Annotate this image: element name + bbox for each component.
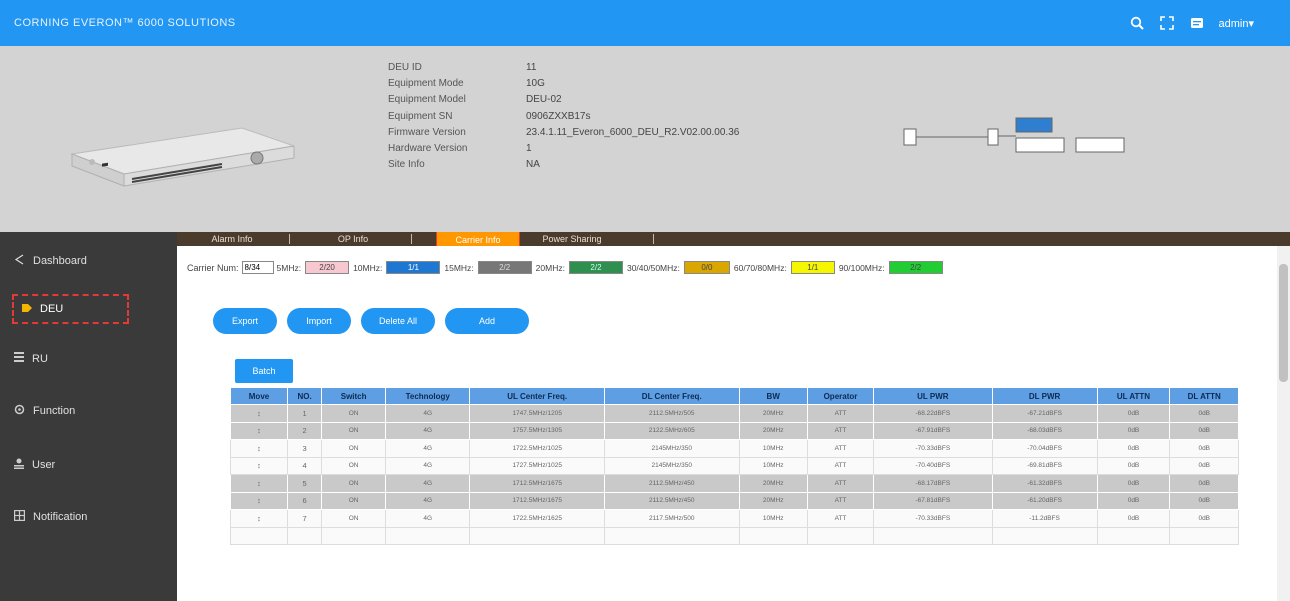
- scrollbar-thumb[interactable]: [1279, 264, 1288, 382]
- top-bar: CORNING EVERON™ 6000 SOLUTIONS admin▾: [0, 0, 1290, 46]
- info-row-site-info: Site Info NA: [388, 159, 540, 171]
- device-info-list: DEU ID 11 Equipment Mode 10G Equipment Mod…: [388, 60, 739, 173]
- column-header: DL PWR: [991, 387, 1098, 405]
- vertical-scrollbar[interactable]: [1277, 246, 1290, 601]
- tab-strip: Alarm Info OP Info Carrier Info Power Sh…: [177, 232, 1290, 249]
- swatch-5mhz: 2/20: [305, 261, 350, 274]
- column-header: Operator: [806, 387, 875, 405]
- device-image: [70, 127, 295, 187]
- move-handle[interactable]: ↕: [230, 439, 288, 458]
- column-header: UL ATTN: [1096, 387, 1171, 405]
- table-row[interactable]: [230, 526, 1239, 545]
- tab-divider: [653, 234, 654, 244]
- import-button[interactable]: Import: [287, 308, 351, 334]
- table-row[interactable]: ↕ 6 ON 4G 1712.5MHz/1675 2112.5MHz/450 2…: [230, 491, 1239, 510]
- action-buttons: Export Import Delete All Add: [213, 308, 529, 334]
- sidebar-item-ru[interactable]: RU: [14, 352, 48, 365]
- column-header: Technology: [385, 387, 471, 405]
- notification-icon: [14, 510, 26, 524]
- column-header: DL ATTN: [1169, 387, 1239, 405]
- carrier-num-input[interactable]: [241, 261, 274, 274]
- column-header: UL Center Freq.: [469, 387, 605, 405]
- brand-title: CORNING EVERON™ 6000 SOLUTIONS: [14, 17, 236, 29]
- sidebar: Dashboard DEU RU Function User Notificat…: [0, 232, 177, 601]
- carrier-summary: Carrier Num: 5MHz: 2/20 10MHz: 1/1 15MHz…: [187, 261, 947, 274]
- device-header-panel: DEU ID 11 Equipment Mode 10G Equipment Mod…: [0, 46, 1290, 232]
- tab-divider: [289, 234, 290, 244]
- table-row[interactable]: ↕ 3 ON 4G 1722.5MHz/1025 2145MHz/350 10M…: [230, 439, 1239, 458]
- move-handle[interactable]: ↕: [230, 474, 288, 493]
- table-row[interactable]: ↕ 7 ON 4G 1722.5MHz/1625 2117.5MHz/500 1…: [230, 509, 1239, 528]
- sidebar-item-deu[interactable]: DEU: [12, 294, 129, 324]
- column-header: DL Center Freq.: [603, 387, 740, 405]
- delete-all-button[interactable]: Delete All: [361, 308, 435, 334]
- tab-op-info[interactable]: OP Info: [311, 232, 395, 246]
- table-body: ↕ 1 ON 4G 1747.5MHz/1205 2112.5MHz/505 2…: [230, 404, 1239, 545]
- info-row-equipment-mode: Equipment Mode 10G: [388, 78, 545, 90]
- user-menu[interactable]: admin▾: [1219, 17, 1255, 30]
- search-icon[interactable]: [1129, 15, 1145, 31]
- swatch-15mhz: 2/2: [477, 261, 532, 274]
- column-header: Move: [230, 387, 288, 405]
- sidebar-item-notification[interactable]: Notification: [14, 510, 87, 524]
- tab-divider: [411, 234, 412, 244]
- legend-label-30-50mhz: 30/40/50MHz:: [626, 262, 680, 273]
- move-handle[interactable]: ↕: [230, 421, 288, 440]
- table-header-row: Move NO. Switch Technology UL Center Fre…: [230, 387, 1239, 405]
- fullscreen-icon[interactable]: [1159, 15, 1175, 31]
- column-header: BW: [738, 387, 808, 405]
- user-icon: [14, 458, 24, 472]
- legend-label-90-100mhz: 90/100MHz:: [838, 262, 885, 273]
- legend-label-20mhz: 20MHz:: [535, 262, 565, 273]
- move-handle[interactable]: ↕: [230, 491, 288, 510]
- main-content: Carrier Num: 5MHz: 2/20 10MHz: 1/1 15MHz…: [177, 246, 1277, 601]
- swatch-60-80mhz: 1/1: [790, 261, 835, 274]
- user-name: admin: [1218, 17, 1249, 30]
- info-row-equipment-model: Equipment Model DEU-02: [388, 94, 562, 106]
- tab-power-sharing[interactable]: Power Sharing: [527, 232, 617, 246]
- sidebar-item-function[interactable]: Function: [14, 404, 75, 418]
- info-row-hardware-version: Hardware Version 1: [388, 143, 532, 155]
- table-row[interactable]: ↕ 4 ON 4G 1727.5MHz/1025 2145MHz/350 10M…: [230, 456, 1239, 475]
- export-button[interactable]: Export: [213, 308, 277, 334]
- table-row[interactable]: ↕ 5 ON 4G 1712.5MHz/1675 2112.5MHz/450 2…: [230, 474, 1239, 493]
- tab-alarm-info[interactable]: Alarm Info: [193, 232, 271, 246]
- sidebar-item-dashboard[interactable]: Dashboard: [14, 254, 87, 268]
- sidebar-item-user[interactable]: User: [14, 458, 55, 472]
- caret-down-icon: ▾: [1248, 17, 1254, 30]
- carrier-unit-label: 5MHz:: [276, 262, 302, 273]
- share-icon: [14, 254, 25, 268]
- carrier-table: Move NO. Switch Technology UL Center Fre…: [230, 387, 1239, 545]
- move-handle[interactable]: ↕: [230, 456, 288, 475]
- grid-icon: [14, 352, 24, 365]
- add-button[interactable]: Add: [445, 308, 529, 334]
- info-row-deu-id: DEU ID 11: [388, 62, 537, 73]
- table-row[interactable]: ↕ 2 ON 4G 1757.5MHz/1305 2122.5MHz/605 2…: [230, 421, 1239, 440]
- batch-button[interactable]: Batch: [235, 359, 293, 383]
- swatch-20mhz: 2/2: [568, 261, 623, 274]
- info-row-firmware-version: Firmware Version 23.4.1.11_Everon_6000_DE…: [388, 126, 740, 138]
- legend-label-10mhz: 10MHz:: [353, 262, 383, 273]
- move-handle[interactable]: ↕: [230, 509, 288, 528]
- legend-label-60-80mhz: 60/70/80MHz:: [733, 262, 787, 273]
- column-header: UL PWR: [873, 387, 993, 405]
- swatch-30-50mhz: 0/0: [683, 261, 730, 274]
- top-bar-actions: admin▾: [1129, 0, 1255, 46]
- legend-label-15mhz: 15MHz:: [444, 262, 474, 273]
- tag-icon: [22, 303, 32, 316]
- move-handle[interactable]: ↕: [230, 404, 288, 423]
- table-row[interactable]: ↕ 1 ON 4G 1747.5MHz/1205 2112.5MHz/505 2…: [230, 404, 1239, 423]
- column-header: NO.: [286, 387, 323, 405]
- carrier-num-label: Carrier Num:: [187, 262, 239, 273]
- message-icon[interactable]: [1189, 15, 1205, 31]
- info-row-equipment-sn: Equipment SN 0906ZXXB17s: [388, 110, 591, 122]
- swatch-90-100mhz: 2/2: [888, 261, 943, 274]
- swatch-10mhz: 1/1: [386, 261, 441, 274]
- topology-diagram[interactable]: [902, 116, 1142, 166]
- column-header: Switch: [321, 387, 387, 405]
- settings-icon: [14, 404, 25, 418]
